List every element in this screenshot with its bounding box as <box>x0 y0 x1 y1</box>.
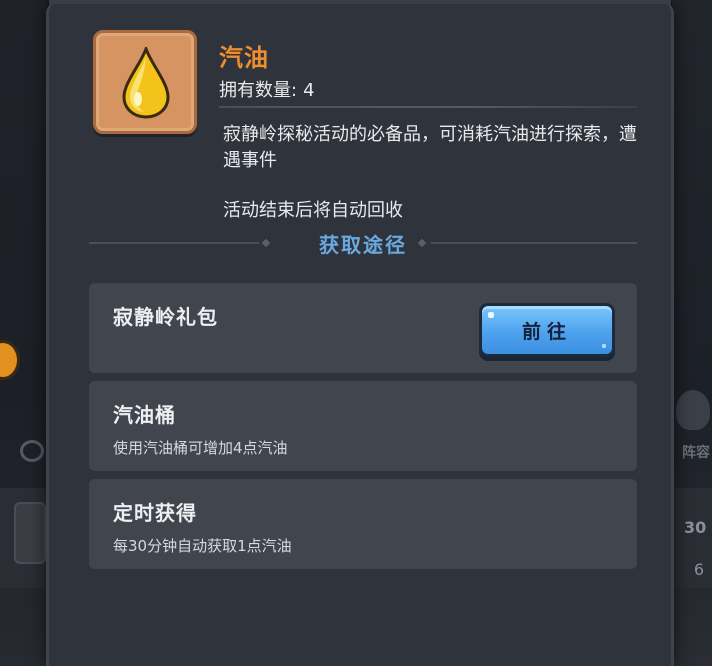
divider <box>219 106 637 108</box>
panel-top-rim <box>49 0 671 4</box>
acquire-section-header: 获取途径 <box>89 226 637 260</box>
goto-button[interactable]: 前往 <box>479 303 615 357</box>
item-description: 寂静岭探秘活动的必备品，可消耗汽油进行探索，遭遇事件 <box>223 124 637 171</box>
background-lineup-icon <box>676 390 710 430</box>
chat-icon <box>20 440 44 462</box>
source-card-gift-pack: 寂静岭礼包 前往 <box>89 283 637 373</box>
owned-value: 4 <box>303 80 315 101</box>
oil-drop-icon <box>122 47 170 119</box>
background-avatar <box>14 502 46 564</box>
item-icon-frame <box>93 30 197 134</box>
source-subtitle: 使用汽油桶可增加4点汽油 <box>113 439 288 457</box>
source-title: 寂静岭礼包 <box>113 305 218 329</box>
item-recycle-note: 活动结束后将自动回收 <box>223 200 403 221</box>
source-card-timed: 定时获得 每30分钟自动获取1点汽油 <box>89 479 637 569</box>
source-subtitle: 每30分钟自动获取1点汽油 <box>113 537 292 555</box>
background-number-2: 6 <box>693 560 704 579</box>
owned-label: 拥有数量: <box>219 80 298 101</box>
button-shine-small <box>602 344 606 348</box>
section-line-right <box>431 242 637 244</box>
source-card-oil-barrel: 汽油桶 使用汽油桶可增加4点汽油 <box>89 381 637 471</box>
source-title: 汽油桶 <box>113 403 176 427</box>
button-shine <box>488 312 494 318</box>
item-name: 汽油 <box>219 44 269 72</box>
background-lineup-label: 阵容 <box>682 445 710 461</box>
owned-count: 拥有数量: 4 <box>219 76 315 102</box>
goto-button-label: 前往 <box>521 320 572 343</box>
background-number-1: 30 <box>684 518 707 537</box>
item-detail-panel: 汽油 拥有数量: 4 寂静岭探秘活动的必备品，可消耗汽油进行探索，遭遇事件 活动结… <box>46 0 674 666</box>
source-title: 定时获得 <box>113 501 197 525</box>
